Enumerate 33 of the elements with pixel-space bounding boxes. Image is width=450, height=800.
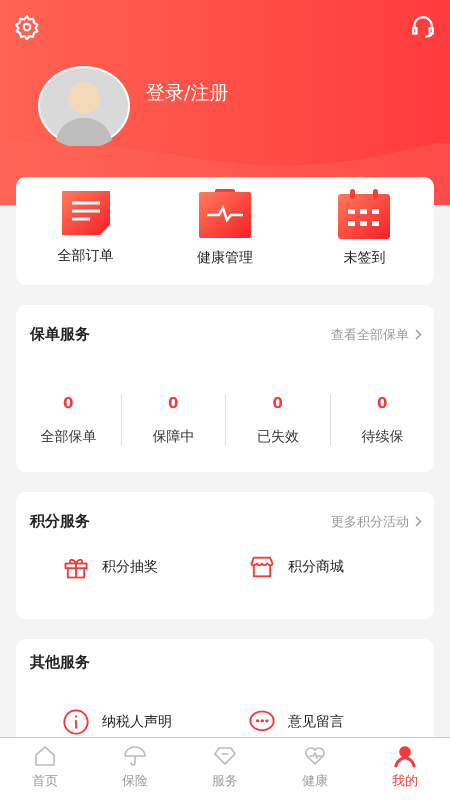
quick-action-label[interactable]: 全部订单 [58, 247, 114, 265]
heart-pulse-icon [303, 744, 327, 768]
policy-count: 0 [168, 394, 178, 412]
policy-count: 0 [63, 394, 74, 412]
quick-action-label[interactable]: 未签到 [343, 249, 386, 267]
chevron-right-icon [415, 329, 422, 340]
diamond-icon [213, 744, 237, 768]
headset-icon[interactable] [410, 14, 436, 40]
chevron-right-icon [415, 516, 422, 527]
policy-status-label[interactable]: 已失效 [256, 428, 299, 446]
section-title: 保单服务 [30, 325, 90, 344]
tab[interactable]: 我的 [360, 738, 450, 800]
service-item-label[interactable]: 意见留言 [288, 713, 344, 731]
section-title: 积分服务 [30, 512, 90, 531]
quick-action-label[interactable]: 健康管理 [196, 249, 253, 267]
avatar[interactable] [38, 66, 130, 146]
document-icon [60, 189, 112, 237]
info-icon [62, 708, 90, 736]
settings-icon[interactable] [14, 14, 40, 40]
section-title: 其他服务 [30, 653, 90, 672]
service-item-label[interactable]: 纳税人声明 [102, 713, 172, 731]
policy-status-label[interactable]: 待续保 [361, 428, 404, 446]
policy-status-label[interactable]: 全部保单 [40, 428, 96, 446]
pulse-clipboard-icon [198, 189, 251, 239]
policy-status-label[interactable]: 保障中 [152, 428, 194, 446]
calendar-icon [338, 189, 390, 239]
service-item-label[interactable]: 积分抽奖 [102, 558, 158, 576]
policy-count: 0 [272, 394, 283, 412]
policy-count: 0 [377, 394, 388, 412]
person-icon [393, 744, 417, 768]
home-icon [33, 744, 57, 768]
umbrella-icon [123, 744, 147, 768]
service-item-label[interactable]: 积分商城 [288, 558, 344, 576]
